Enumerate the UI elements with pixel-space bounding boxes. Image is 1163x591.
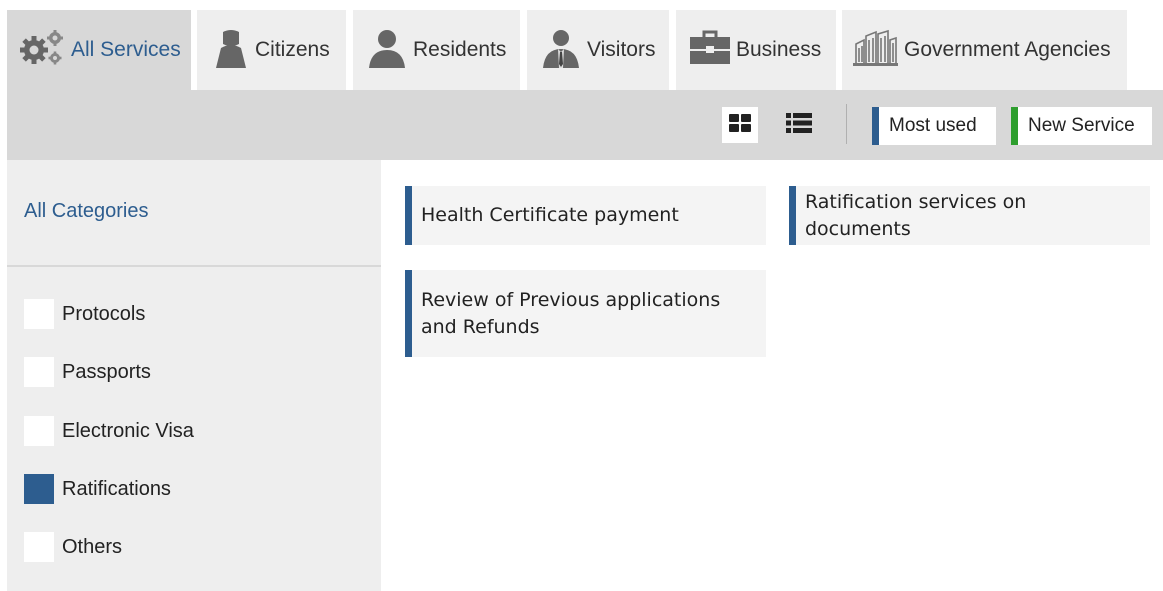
gears-icon: [19, 28, 65, 73]
all-categories-link[interactable]: All Categories: [24, 200, 149, 223]
citizen-person-icon: [213, 28, 249, 73]
most-used-button[interactable]: Most used: [872, 107, 996, 145]
service-card[interactable]: Ratification services on documents: [789, 186, 1150, 245]
audience-tabs: All Services Citizens Residents Visitors…: [7, 10, 1163, 90]
tab-government-agencies[interactable]: Government Agencies: [842, 10, 1127, 90]
tab-residents[interactable]: Residents: [353, 10, 520, 90]
tab-label: Citizens: [255, 38, 330, 61]
grid-view-button[interactable]: [722, 107, 758, 143]
category-label: Passports: [62, 360, 151, 383]
tab-business[interactable]: Business: [676, 10, 836, 90]
briefcase-icon: [688, 28, 732, 73]
category-label: Others: [62, 535, 123, 558]
tab-citizens[interactable]: Citizens: [197, 10, 346, 90]
visitor-person-icon: [541, 28, 581, 73]
category-ratifications[interactable]: Ratifications: [24, 474, 171, 504]
service-card[interactable]: Review of Previous applications and Refu…: [405, 270, 766, 357]
tab-visitors[interactable]: Visitors: [527, 10, 669, 90]
category-label: Ratifications: [62, 477, 171, 500]
toolbar: Most used New Service: [7, 90, 1163, 160]
tab-label: Government Agencies: [904, 38, 1111, 61]
category-label: Electronic Visa: [62, 419, 194, 442]
category-sidebar: All Categories Protocols Passports Elect…: [7, 160, 381, 591]
tab-all-services[interactable]: All Services: [7, 10, 191, 90]
list-view-icon: [786, 112, 812, 138]
tab-label: Visitors: [587, 38, 656, 61]
category-checkbox-checked[interactable]: [24, 474, 54, 504]
category-checkbox[interactable]: [24, 532, 54, 562]
grid-view-icon: [729, 113, 751, 137]
category-others[interactable]: Others: [24, 532, 122, 562]
tab-label: All Services: [71, 38, 181, 61]
category-protocols[interactable]: Protocols: [24, 299, 145, 329]
tab-label: Residents: [413, 38, 507, 61]
service-card[interactable]: Health Certificate payment: [405, 186, 766, 245]
category-checkbox[interactable]: [24, 357, 54, 387]
government-building-icon: [852, 28, 898, 73]
category-checkbox[interactable]: [24, 416, 54, 446]
list-view-button[interactable]: [781, 107, 817, 143]
resident-person-icon: [367, 28, 407, 73]
category-electronic-visa[interactable]: Electronic Visa: [24, 416, 194, 446]
category-label: Protocols: [62, 302, 146, 325]
tab-label: Business: [736, 38, 822, 61]
toolbar-divider: [846, 104, 847, 144]
category-checkbox[interactable]: [24, 299, 54, 329]
new-service-button[interactable]: New Service: [1011, 107, 1152, 145]
sidebar-divider: [7, 265, 381, 267]
category-passports[interactable]: Passports: [24, 357, 151, 387]
